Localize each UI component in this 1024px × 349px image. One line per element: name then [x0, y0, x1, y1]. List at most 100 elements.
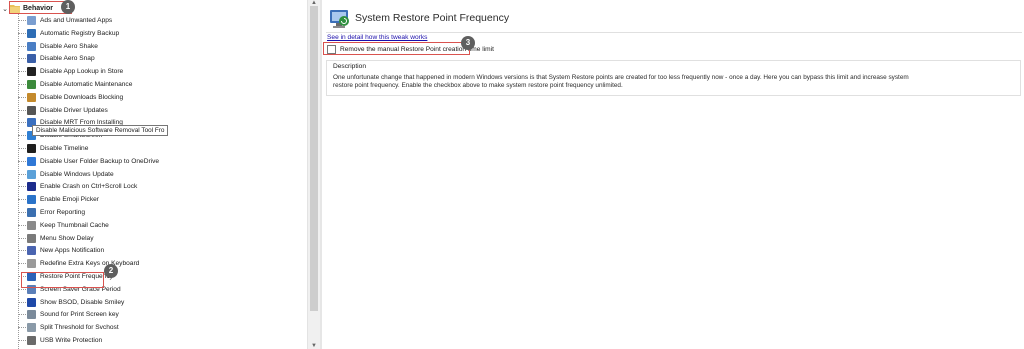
- tweak-tree: ⌄ Behavior Ads and Unwanted Apps Automati…: [0, 0, 307, 349]
- download-icon: [27, 92, 36, 102]
- highlight-box-restore-point: [21, 272, 104, 288]
- tree-scrollbar[interactable]: ▲ ▼: [307, 0, 320, 349]
- tree-item-label: Split Threshold for Svchost: [40, 324, 119, 332]
- tooltip: Disable Malicious Software Removal Tool …: [32, 125, 169, 136]
- thumbnail-icon: [27, 220, 36, 230]
- tree-item[interactable]: Disable Windows Update: [18, 168, 114, 181]
- usb-icon: [27, 336, 36, 345]
- tree-item-label: Sound for Print Screen key: [40, 311, 119, 319]
- tree-item[interactable]: Split Threshold for Svchost: [18, 321, 119, 334]
- tree-item[interactable]: Enable Crash on Ctrl+Scroll Lock: [18, 180, 137, 193]
- tree-item[interactable]: Disable Driver Updates: [18, 104, 108, 117]
- tree-item-label: USB Write Protection: [40, 337, 103, 344]
- tree-branch-line: [18, 301, 26, 303]
- tree-item[interactable]: Disable Automatic Maintenance: [18, 78, 132, 91]
- tree-item-label: Disable Downloads Blocking: [40, 93, 124, 101]
- tree-branch-line: [18, 58, 26, 60]
- detail-header: System Restore Point Frequency: [328, 5, 509, 31]
- scroll-down-icon[interactable]: ▼: [308, 343, 320, 349]
- step-badge-3: 3: [461, 36, 475, 50]
- tree-item-label: Error Reporting: [40, 209, 86, 216]
- tree-item[interactable]: Keep Thumbnail Cache: [18, 219, 109, 232]
- description-title: Description: [333, 63, 366, 70]
- tree-item-label: Keep Thumbnail Cache: [40, 221, 109, 229]
- tree-item-label: Disable Timeline: [40, 145, 89, 152]
- step-badge-1: 1: [61, 0, 75, 14]
- tree-item-label: New Apps Notification: [40, 247, 105, 255]
- timeline-icon: [27, 144, 36, 153]
- tree-branch-line: [18, 340, 26, 341]
- tree-branch-line: [18, 148, 26, 149]
- tree-branch-line: [18, 224, 26, 226]
- header-separator: [326, 32, 1022, 33]
- tree-item-label: Disable Windows Update: [40, 170, 114, 178]
- tree-branch-line: [18, 71, 26, 73]
- tree-item[interactable]: Sound for Print Screen key: [18, 308, 119, 321]
- crash-icon: [27, 182, 36, 192]
- tree-item-label: Menu Show Delay: [40, 234, 94, 242]
- tree-branch-line: [18, 109, 26, 111]
- tree-item-label: Disable Aero Snap: [40, 55, 95, 63]
- description-text: One unfortunate change that happened in …: [333, 74, 909, 89]
- onedrive-icon: [27, 156, 36, 166]
- tree-item[interactable]: Disable Timeline: [18, 142, 88, 155]
- tree-item[interactable]: Redefine Extra Keys on Keyboard: [18, 257, 139, 270]
- keyboard-icon: [27, 259, 36, 269]
- tree-branch-line: [18, 160, 26, 162]
- tree-item[interactable]: Menu Show Delay: [18, 232, 94, 245]
- tree-item-label: Redefine Extra Keys on Keyboard: [40, 260, 140, 268]
- bsod-icon: [27, 297, 36, 307]
- tree-item[interactable]: Disable Aero Shake: [18, 40, 98, 53]
- tree-branch-line: [18, 32, 26, 34]
- tree-item[interactable]: Ads and Unwanted Apps: [18, 14, 112, 27]
- update-icon: [27, 169, 36, 179]
- tree-item-label: Show BSOD, Disable Smiley: [40, 298, 125, 306]
- split-icon: [27, 323, 36, 333]
- tree-item-label: Disable Automatic Maintenance: [40, 81, 133, 88]
- tree-item[interactable]: New Apps Notification: [18, 244, 104, 257]
- emoji-icon: [27, 195, 36, 205]
- tree-item[interactable]: Enable Emoji Picker: [18, 193, 99, 206]
- highlight-box-checkbox: [323, 42, 470, 55]
- grid-icon: [27, 54, 36, 64]
- tree-branch-line: [18, 212, 26, 213]
- tree-branch-line: [18, 288, 26, 290]
- tree-branch-line: [18, 186, 26, 188]
- tree-branch-line: [18, 122, 26, 124]
- tree-item-label: Disable App Lookup in Store: [40, 68, 124, 76]
- driver-icon: [27, 105, 36, 115]
- tweak-details-link[interactable]: See in detail how this tweak works: [327, 34, 427, 41]
- restore-point-icon: [330, 10, 349, 28]
- tree-branch-line: [18, 314, 26, 316]
- page-title: System Restore Point Frequency: [355, 12, 510, 24]
- tree-item-label: Disable Aero Shake: [40, 42, 98, 50]
- tree-item-label: Disable User Folder Backup to OneDrive: [40, 157, 160, 165]
- tree-item[interactable]: Error Reporting: [18, 206, 85, 219]
- tree-item[interactable]: Disable App Lookup in Store: [18, 65, 123, 78]
- tweak-detail-panel: System Restore Point Frequency See in de…: [322, 0, 1024, 349]
- tree-branch-line: [18, 199, 26, 201]
- tree-branch-line: [18, 250, 26, 252]
- tree-item[interactable]: Disable User Folder Backup to OneDrive: [18, 155, 159, 168]
- scrollbar-thumb[interactable]: [310, 6, 318, 311]
- error-icon: [27, 208, 36, 217]
- step-badge-2: 2: [104, 264, 118, 278]
- tree-item-label: Ads and Unwanted Apps: [40, 17, 113, 24]
- tree-branch-line: [18, 135, 26, 137]
- tree-item[interactable]: Disable Downloads Blocking: [18, 91, 123, 104]
- tree-branch-line: [18, 327, 26, 329]
- window-icon: [27, 41, 36, 51]
- no-entry-icon: [27, 67, 36, 77]
- tree-branch-line: [18, 263, 26, 265]
- tree-item[interactable]: Automatic Registry Backup: [18, 27, 119, 40]
- tree-branch-line: [18, 237, 26, 239]
- tree-item-label: Disable Driver Updates: [40, 106, 108, 114]
- tree-item[interactable]: Show BSOD, Disable Smiley: [18, 296, 124, 309]
- tree-branch-line: [18, 45, 26, 47]
- description-box: Description One unfortunate change that …: [326, 60, 1021, 96]
- tree-item-label: Automatic Registry Backup: [40, 29, 120, 37]
- tree-item[interactable]: USB Write Protection: [18, 334, 102, 347]
- tree-item[interactable]: Disable Aero Snap: [18, 52, 95, 65]
- tree-branch-line: [18, 96, 26, 98]
- tree-branch-line: [18, 20, 26, 21]
